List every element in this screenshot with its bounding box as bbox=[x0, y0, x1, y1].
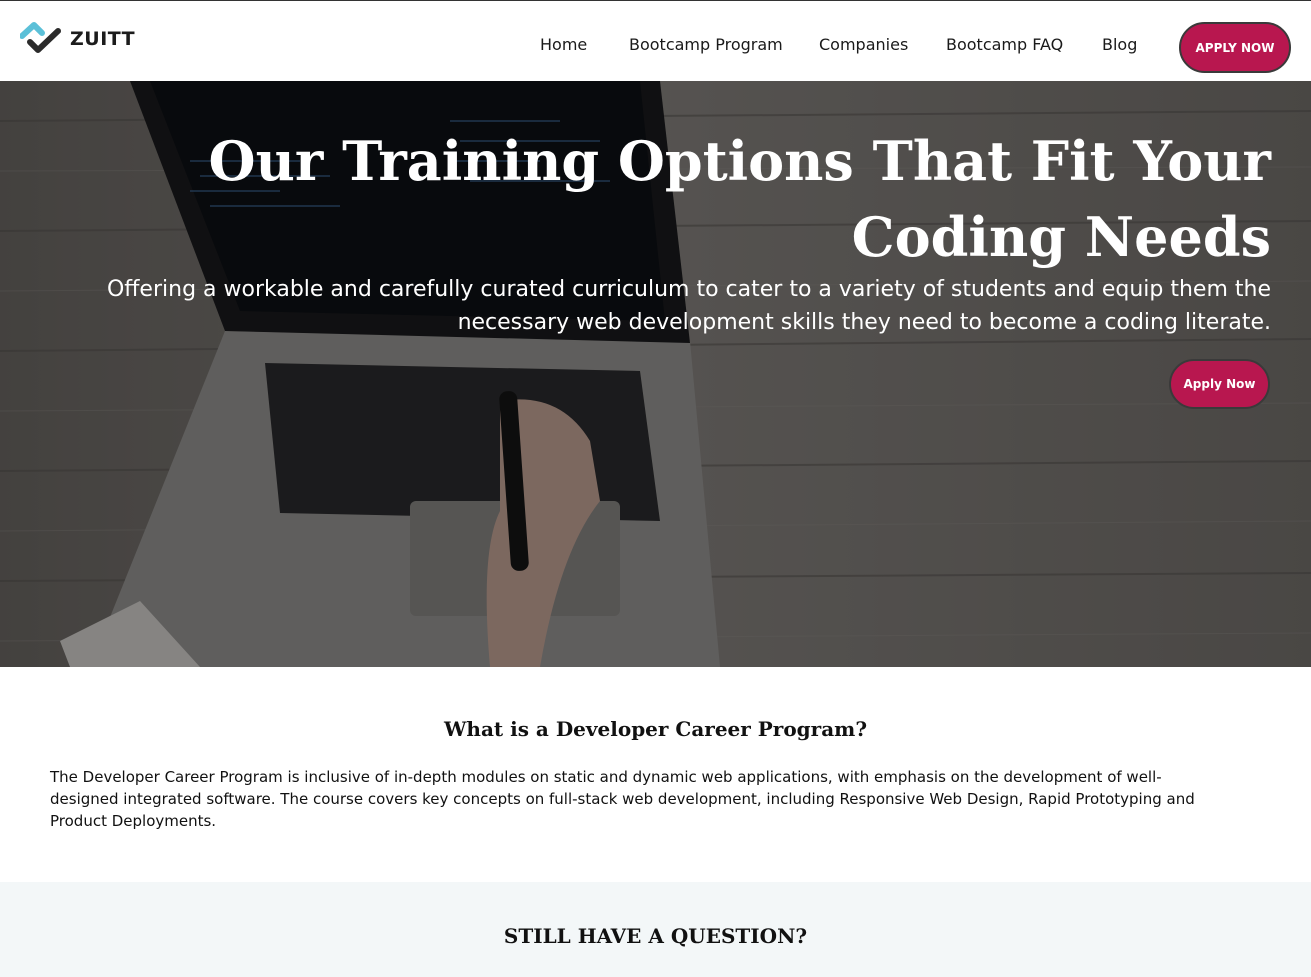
section-body: The Developer Career Program is inclusiv… bbox=[50, 768, 1195, 830]
site-header: ZUITT Home Bootcamp Program Companies Bo… bbox=[0, 0, 1311, 81]
section-heading: What is a Developer Career Program? bbox=[443, 717, 868, 741]
apply-now-header-button[interactable]: APPLY NOW bbox=[1179, 22, 1291, 73]
hero-title: Our Training Options That Fit Your Codin… bbox=[208, 129, 1271, 269]
developer-program-section: What is a Developer Career Program? The … bbox=[0, 667, 1311, 882]
nav-home[interactable]: Home bbox=[540, 35, 587, 54]
nav-blog[interactable]: Blog bbox=[1102, 35, 1137, 54]
zuitt-logo-icon bbox=[20, 22, 61, 53]
question-section: STILL HAVE A QUESTION? bbox=[0, 882, 1311, 977]
hero-banner: Our Training Options That Fit Your Codin… bbox=[0, 81, 1311, 667]
logo-wordmark: ZUITT bbox=[70, 28, 136, 50]
question-heading: STILL HAVE A QUESTION? bbox=[503, 924, 808, 948]
hero-subtitle: Offering a workable and carefully curate… bbox=[106, 277, 1271, 335]
nav-bootcamp-faq[interactable]: Bootcamp FAQ bbox=[946, 35, 1063, 54]
apply-now-hero-button[interactable]: Apply Now bbox=[1169, 359, 1270, 409]
zuitt-logo[interactable]: ZUITT bbox=[20, 22, 135, 56]
nav-companies[interactable]: Companies bbox=[819, 35, 908, 54]
nav-bootcamp-program[interactable]: Bootcamp Program bbox=[629, 35, 783, 54]
